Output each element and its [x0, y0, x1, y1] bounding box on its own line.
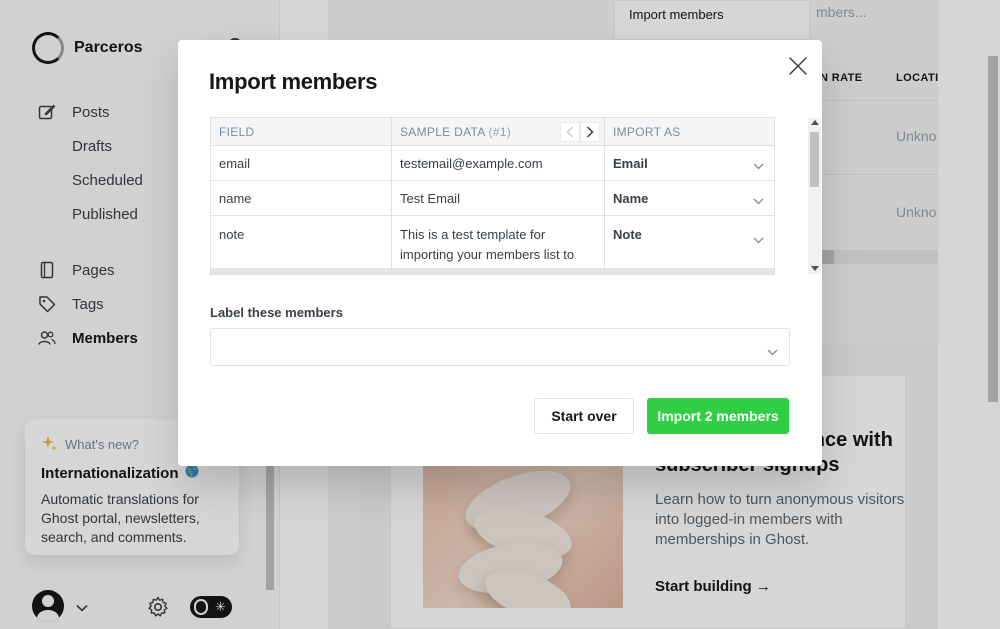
scroll-thumb[interactable]	[810, 132, 819, 187]
start-over-button[interactable]: Start over	[534, 398, 634, 434]
import-as-select[interactable]: Note	[605, 216, 774, 274]
import-members-modal: Import members FIELD SAMPLE DATA (#1) IM…	[178, 40, 822, 466]
column-header-sample: SAMPLE DATA (#1)	[392, 118, 605, 145]
modal-title: Import members	[209, 69, 378, 94]
scroll-down-arrow-icon[interactable]	[811, 266, 819, 271]
scroll-up-arrow-icon[interactable]	[811, 120, 819, 125]
chevron-down-icon	[767, 343, 778, 361]
table-row: name Test Email Name	[211, 181, 774, 216]
field-name: name	[211, 181, 392, 215]
sample-value: Test Email	[392, 181, 605, 215]
table-hscrollbar[interactable]	[211, 268, 774, 274]
table-row: email testemail@example.com Email	[211, 146, 774, 181]
import-as-select[interactable]: Email	[605, 146, 774, 180]
sample-nav	[560, 122, 600, 142]
chevron-left-icon[interactable]	[560, 122, 580, 142]
close-icon[interactable]	[788, 56, 808, 76]
chevron-right-icon[interactable]	[580, 122, 600, 142]
column-header-import-as: IMPORT AS	[613, 124, 681, 139]
import-as-select[interactable]: Name	[605, 181, 774, 215]
table-row: note This is a test template for importi…	[211, 216, 774, 274]
import-members-button[interactable]: Import 2 members	[647, 398, 789, 434]
table-vscrollbar[interactable]	[808, 118, 821, 274]
chevron-down-icon	[753, 193, 764, 208]
label-members-title: Label these members	[210, 305, 343, 320]
chevron-down-icon	[753, 230, 764, 250]
sample-value: testemail@example.com	[392, 146, 605, 180]
labels-select[interactable]	[210, 328, 790, 366]
column-header-field: FIELD	[211, 118, 392, 145]
field-name: note	[211, 216, 392, 274]
chevron-down-icon	[753, 158, 764, 173]
field-name: email	[211, 146, 392, 180]
table-header-row: FIELD SAMPLE DATA (#1) IMPORT AS	[211, 118, 774, 146]
sample-value: This is a test template for importing yo…	[392, 216, 605, 274]
field-mapping-table: FIELD SAMPLE DATA (#1) IMPORT AS email t…	[210, 117, 775, 275]
